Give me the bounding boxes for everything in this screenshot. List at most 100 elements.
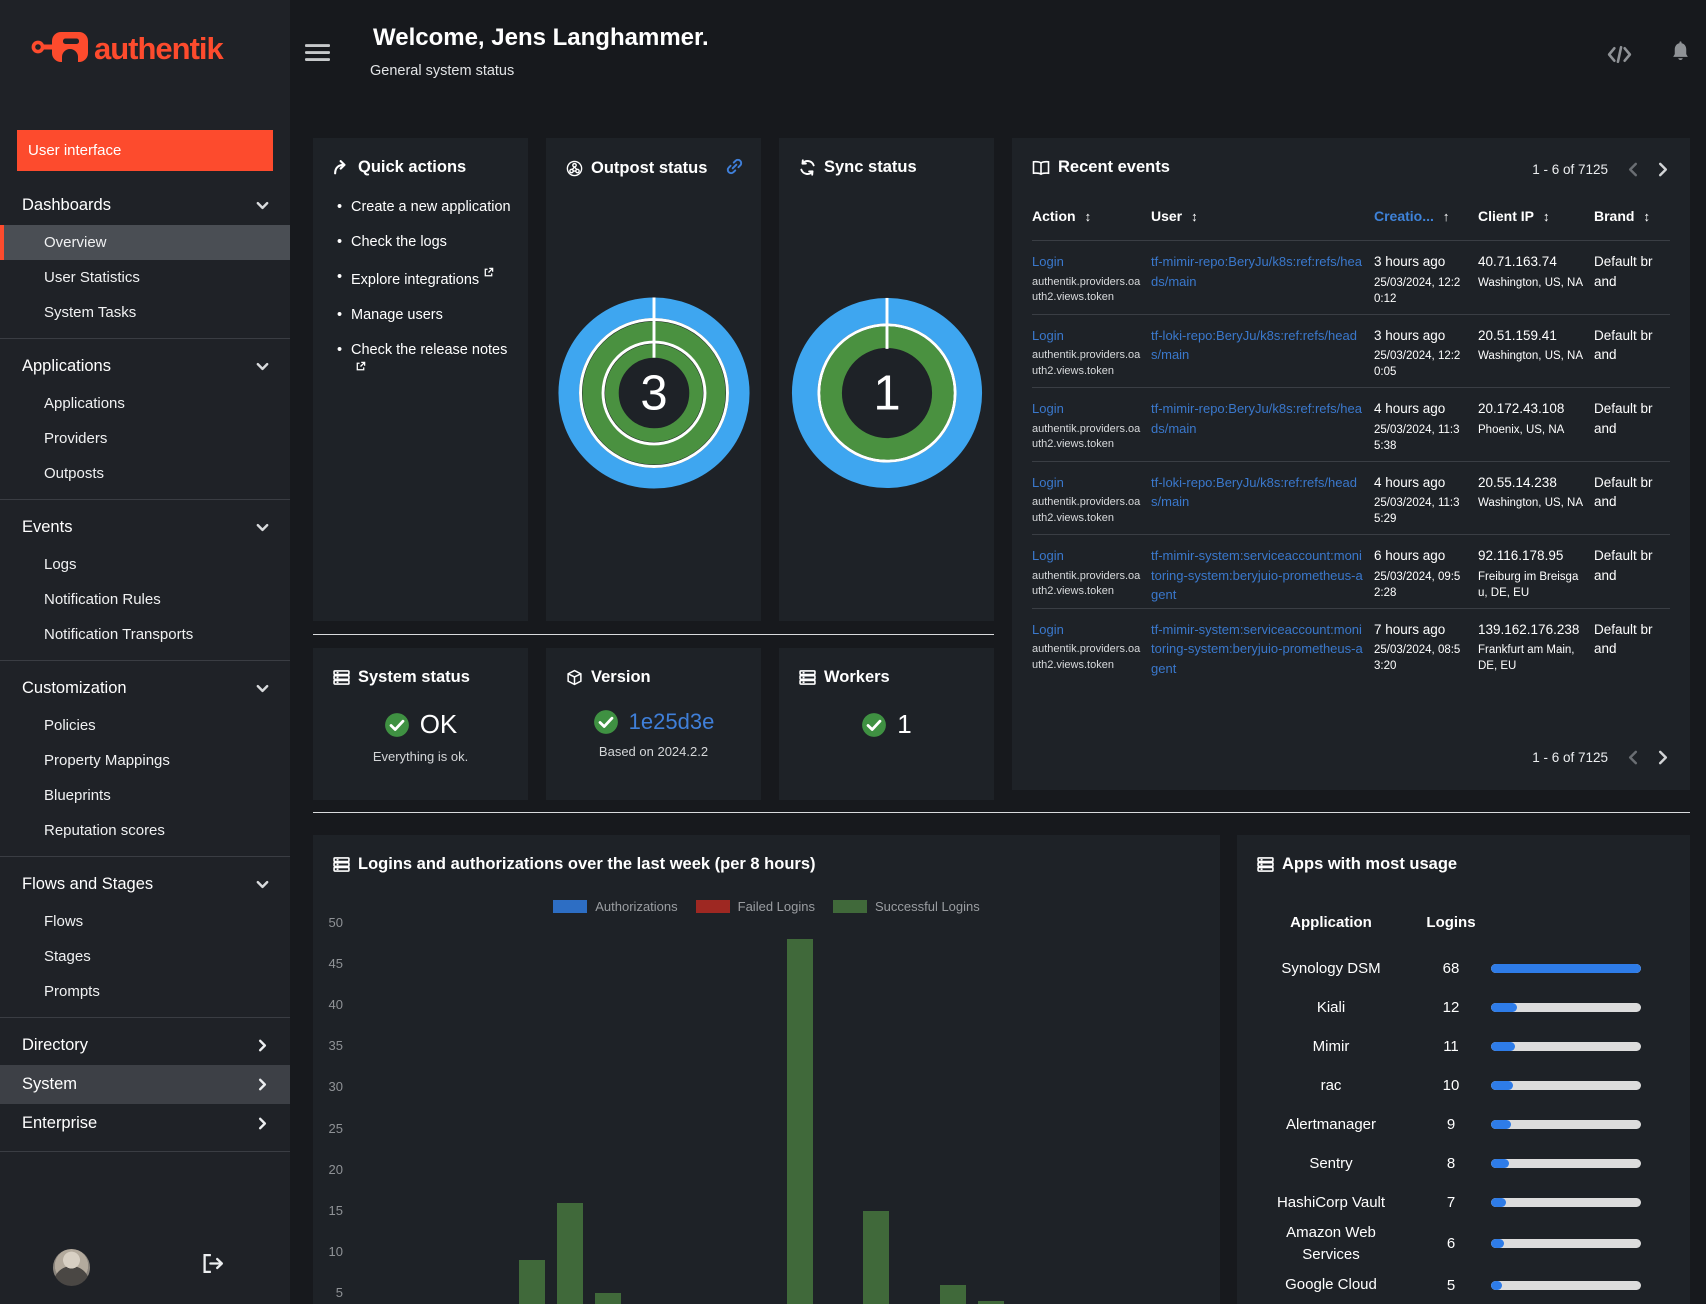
sort-icon[interactable]: ↕ bbox=[1643, 209, 1650, 224]
event-user-link[interactable]: tf-mimir-system:serviceaccount:monitorin… bbox=[1151, 622, 1363, 676]
sidebar-item-overview[interactable]: Overview bbox=[0, 225, 290, 260]
sidebar-item-outposts[interactable]: Outposts bbox=[0, 456, 290, 491]
action-cell: Login authentik.providers.oauth2.views.to… bbox=[1032, 620, 1151, 679]
card-title-label: Version bbox=[591, 668, 651, 686]
sidebar-item-flows[interactable]: Flows bbox=[0, 904, 290, 939]
user-interface-button[interactable]: User interface bbox=[17, 130, 273, 171]
pagination-next-button[interactable] bbox=[1658, 162, 1668, 177]
quick-actions-title-row: Quick actions bbox=[313, 138, 528, 177]
sort-icon[interactable]: ↕ bbox=[1191, 209, 1198, 224]
notifications-button[interactable] bbox=[1670, 41, 1691, 67]
sidebar-item-notification-transports[interactable]: Notification Transports bbox=[0, 617, 290, 652]
quick-action-link-create-a-new-application[interactable]: Create a new application bbox=[351, 199, 511, 215]
authentik-admin-dashboard: { "brand": { "logo_text": "authentik", "… bbox=[0, 0, 1706, 1304]
sidebar-group-flows-and-stages[interactable]: Flows and Stages bbox=[0, 865, 290, 904]
chart-bar[interactable] bbox=[863, 1210, 890, 1304]
pagination-next-button[interactable] bbox=[1658, 750, 1668, 765]
event-action-link[interactable]: Login bbox=[1032, 622, 1064, 637]
quick-action-link-check-the-release-notes[interactable]: Check the release notes bbox=[351, 342, 507, 382]
column-header-creatio[interactable]: Creatio... ↑ bbox=[1374, 208, 1478, 224]
card-title-label: Sync status bbox=[824, 158, 917, 176]
apps-usage-header: Application Logins bbox=[1251, 909, 1641, 935]
version-title-row: Version bbox=[546, 648, 761, 687]
quick-action-link-explore-integrations[interactable]: Explore integrations bbox=[351, 267, 494, 288]
app-logins-count: 11 bbox=[1443, 1038, 1459, 1055]
action-cell: Login authentik.providers.oauth2.views.to… bbox=[1032, 252, 1151, 307]
sort-icon[interactable]: ↕ bbox=[1085, 209, 1092, 224]
event-user-link[interactable]: tf-loki-repo:BeryJu/k8s:ref:refs/heads/m… bbox=[1151, 475, 1357, 510]
sidebar-item-stages[interactable]: Stages bbox=[0, 939, 290, 974]
version-link[interactable]: 1e25d3e bbox=[629, 709, 715, 735]
chart-bar[interactable] bbox=[556, 1202, 583, 1304]
event-geo: Freiburg im Breisgau, DE, EU bbox=[1478, 570, 1579, 599]
column-header-action[interactable]: Action ↕ bbox=[1032, 208, 1151, 224]
sidebar-group-dashboards[interactable]: Dashboards bbox=[0, 186, 290, 225]
hamburger-menu-button[interactable] bbox=[305, 42, 330, 66]
event-action-link[interactable]: Login bbox=[1032, 254, 1064, 269]
sidebar-group-applications[interactable]: Applications bbox=[0, 347, 290, 386]
chart-bar[interactable] bbox=[786, 939, 813, 1304]
sort-asc-icon[interactable]: ↑ bbox=[1443, 209, 1450, 224]
events-table-body: Login authentik.providers.oauth2.views.to… bbox=[1032, 240, 1670, 681]
sidebar-item-reputation-scores[interactable]: Reputation scores bbox=[0, 813, 290, 848]
api-browser-button[interactable] bbox=[1606, 44, 1633, 68]
avatar[interactable] bbox=[53, 1249, 90, 1286]
workers-card: Workers 1 bbox=[779, 648, 994, 800]
column-header-user[interactable]: User ↕ bbox=[1151, 208, 1374, 224]
event-brand: Default brand bbox=[1594, 621, 1653, 657]
column-label: Brand bbox=[1594, 208, 1635, 224]
event-time-relative: 4 hours ago bbox=[1374, 474, 1446, 490]
sidebar-item-policies[interactable]: Policies bbox=[0, 708, 290, 743]
version-value-row: 1e25d3e bbox=[546, 709, 761, 735]
sidebar-group-system[interactable]: System bbox=[0, 1065, 290, 1104]
outpost-link-button[interactable] bbox=[726, 158, 743, 178]
sidebar-item-providers[interactable]: Providers bbox=[0, 421, 290, 456]
chart-bar[interactable] bbox=[518, 1260, 545, 1304]
sort-icon[interactable]: ↕ bbox=[1543, 209, 1550, 224]
event-user-link[interactable]: tf-mimir-system:serviceaccount:monitorin… bbox=[1151, 548, 1363, 602]
system-status-value-row: OK bbox=[313, 709, 528, 740]
event-action-link[interactable]: Login bbox=[1032, 328, 1064, 343]
pagination-prev-button[interactable] bbox=[1628, 750, 1638, 765]
event-action-link[interactable]: Login bbox=[1032, 475, 1064, 490]
chevron-right-icon bbox=[1658, 750, 1668, 765]
system-status-card: System status OK Everything is ok. bbox=[313, 648, 528, 800]
sidebar-group-events[interactable]: Events bbox=[0, 508, 290, 547]
user-cell: tf-mimir-system:serviceaccount:monitorin… bbox=[1151, 546, 1374, 605]
sidebar-group-enterprise[interactable]: Enterprise bbox=[0, 1104, 290, 1143]
event-user-link[interactable]: tf-mimir-repo:BeryJu/k8s:ref:refs/heads/… bbox=[1151, 254, 1362, 289]
column-header-brand[interactable]: Brand ↕ bbox=[1594, 208, 1670, 224]
sidebar-item-blueprints[interactable]: Blueprints bbox=[0, 778, 290, 813]
outpost-status-donut[interactable]: 3 bbox=[556, 295, 752, 491]
sidebar-item-logs[interactable]: Logs bbox=[0, 547, 290, 582]
outpost-count: 3 bbox=[640, 367, 667, 421]
event-user-link[interactable]: tf-loki-repo:BeryJu/k8s:ref:refs/heads/m… bbox=[1151, 328, 1357, 363]
sidebar-group-directory[interactable]: Directory bbox=[0, 1026, 290, 1065]
quick-action-link-check-the-logs[interactable]: Check the logs bbox=[351, 234, 447, 250]
sidebar-item-property-mappings[interactable]: Property Mappings bbox=[0, 743, 290, 778]
sidebar-item-prompts[interactable]: Prompts bbox=[0, 974, 290, 1009]
pagination-prev-button[interactable] bbox=[1628, 162, 1638, 177]
event-brand: Default brand bbox=[1594, 254, 1653, 289]
column-header-client-ip[interactable]: Client IP ↕ bbox=[1478, 208, 1594, 224]
events-pagination-top: 1 - 6 of 7125 bbox=[1532, 162, 1668, 177]
logout-button[interactable] bbox=[202, 1253, 225, 1276]
pagination-label: 1 - 6 of 7125 bbox=[1532, 750, 1608, 765]
sidebar-item-user-statistics[interactable]: User Statistics bbox=[0, 260, 290, 295]
sidebar-footer bbox=[0, 1226, 290, 1304]
chart-bar[interactable] bbox=[939, 1284, 966, 1304]
chevron-right-icon bbox=[258, 1078, 267, 1091]
chart-bar[interactable] bbox=[595, 1292, 622, 1304]
sidebar-item-applications[interactable]: Applications bbox=[0, 386, 290, 421]
progress-track bbox=[1491, 1042, 1641, 1051]
sidebar-item-system-tasks[interactable]: System Tasks bbox=[0, 295, 290, 330]
sidebar-item-notification-rules[interactable]: Notification Rules bbox=[0, 582, 290, 617]
quick-action-link-manage-users[interactable]: Manage users bbox=[351, 307, 443, 323]
event-user-link[interactable]: tf-mimir-repo:BeryJu/k8s:ref:refs/heads/… bbox=[1151, 401, 1362, 436]
sidebar-group-label: Dashboards bbox=[22, 196, 111, 214]
sync-status-donut[interactable]: 1 bbox=[789, 295, 985, 491]
event-action-link[interactable]: Login bbox=[1032, 548, 1064, 563]
event-action-link[interactable]: Login bbox=[1032, 401, 1064, 416]
sidebar-group-customization[interactable]: Customization bbox=[0, 669, 290, 708]
creation-cell: 7 hours ago 25/03/2024, 08:53:20 bbox=[1374, 620, 1478, 679]
